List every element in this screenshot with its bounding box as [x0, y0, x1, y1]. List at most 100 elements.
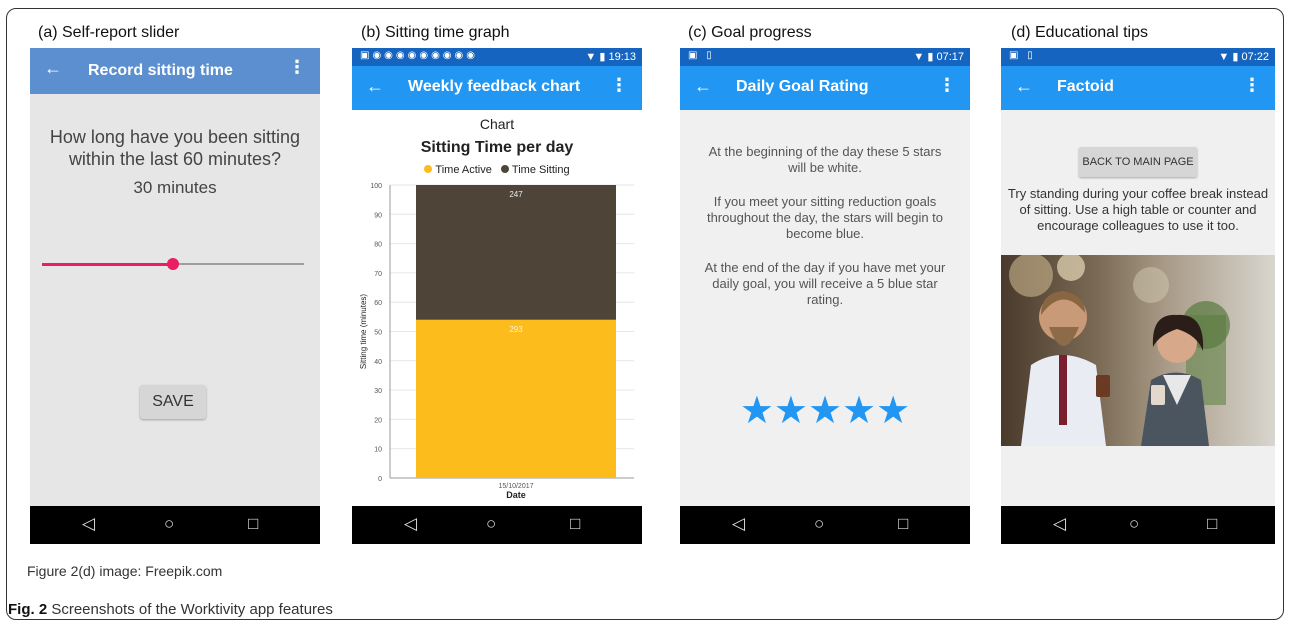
- status-bar: ▣ ▯ ▼ ▮ 07:17: [680, 48, 970, 66]
- info-paragraph: At the end of the day if you have met yo…: [704, 260, 946, 307]
- status-time: 07:17: [936, 51, 964, 63]
- nav-recent-icon[interactable]: □: [248, 514, 258, 534]
- nav-home-icon[interactable]: ○: [1129, 514, 1139, 534]
- bar-time-active: [416, 319, 616, 478]
- figure-caption: Fig. 2 Screenshots of the Worktivity app…: [8, 601, 333, 618]
- panel-b-label: (b) Sitting time graph: [361, 24, 510, 41]
- back-arrow-icon[interactable]: ←: [694, 76, 712, 97]
- slider-thumb[interactable]: [167, 258, 179, 270]
- image-credit: Figure 2(d) image: Freepik.com: [27, 563, 223, 579]
- coffee-break-illustration: [1001, 255, 1275, 446]
- bar-data-label: 247: [509, 190, 523, 199]
- phone-sitting-graph: ▣◉◉◉◉◉◉◉◉◉ ▼ ▮ 19:13 ← Weekly feedback c…: [352, 48, 642, 544]
- y-tick-label: 30: [374, 388, 382, 395]
- panel-a-label: (a) Self-report slider: [38, 24, 180, 41]
- nav-back-icon[interactable]: ◁: [404, 514, 417, 534]
- android-nav-bar: ◁ ○ □: [352, 506, 642, 544]
- overflow-menu-icon[interactable]: ⋮: [1243, 75, 1261, 96]
- back-arrow-icon[interactable]: ←: [44, 58, 62, 79]
- wifi-icon: ▼: [1218, 51, 1230, 63]
- y-tick-label: 50: [374, 330, 382, 337]
- legend-item-active[interactable]: Time Active: [424, 164, 492, 176]
- battery-icon: ▮: [1232, 51, 1239, 63]
- notification-icons: ▣◉◉◉◉◉◉◉◉◉: [360, 50, 478, 61]
- legend-label-active: Time Active: [435, 164, 492, 176]
- sitting-time-chart: 0 10 20 30 40 50 60 70 80 90 100 293 247 15/10/2017Da…: [359, 183, 634, 500]
- caption-prefix: Fig. 2: [8, 601, 48, 618]
- nav-recent-icon[interactable]: □: [1207, 514, 1217, 534]
- battery-icon: ▮: [599, 51, 606, 63]
- bar-data-label: 293: [509, 325, 523, 334]
- android-nav-bar: ◁ ○ □: [1001, 506, 1275, 544]
- nav-recent-icon[interactable]: □: [570, 514, 580, 534]
- back-arrow-icon[interactable]: ←: [366, 76, 384, 97]
- status-time: 19:13: [608, 51, 636, 63]
- notification-icons: ▣ ▯: [688, 50, 715, 61]
- app-title: Record sitting time: [88, 62, 233, 79]
- legend-label-sitting: Time Sitting: [511, 164, 570, 176]
- nav-back-icon[interactable]: ◁: [732, 514, 745, 534]
- legend-swatch-active: [424, 165, 433, 173]
- app-bar: ← Record sitting time ⋮: [30, 48, 320, 94]
- y-tick-label: 70: [374, 271, 382, 278]
- y-axis-label: Sitting time (minutes): [359, 294, 368, 369]
- status-right: ▼ ▮ 07:17: [913, 50, 964, 63]
- nav-back-icon[interactable]: ◁: [1053, 514, 1066, 534]
- y-tick-label: 60: [374, 300, 382, 307]
- status-time: 07:22: [1241, 51, 1269, 63]
- star-rating: ★★★★★: [739, 390, 911, 432]
- y-tick-label: 40: [374, 359, 382, 366]
- overflow-menu-icon[interactable]: ⋮: [610, 75, 628, 96]
- phone-self-report: ← Record sitting time ⋮ How long have yo…: [30, 48, 320, 544]
- y-tick-label: 20: [374, 417, 382, 424]
- back-arrow-icon[interactable]: ←: [1015, 76, 1033, 97]
- info-paragraph: If you meet your sitting reduction goals…: [706, 194, 944, 241]
- app-bar: ← Daily Goal Rating ⋮: [680, 66, 970, 110]
- nav-home-icon[interactable]: ○: [486, 514, 496, 534]
- x-tick-label: 15/10/2017: [498, 483, 533, 490]
- y-tick-label: 100: [370, 183, 382, 190]
- status-right: ▼ ▮ 07:22: [1218, 50, 1269, 63]
- status-bar: ▣ ▯ ▼ ▮ 07:22: [1001, 48, 1275, 66]
- overflow-menu-icon[interactable]: ⋮: [938, 75, 956, 96]
- overflow-menu-icon[interactable]: ⋮: [288, 57, 306, 78]
- nav-home-icon[interactable]: ○: [814, 514, 824, 534]
- status-right: ▼ ▮ 19:13: [585, 50, 636, 63]
- app-title: Weekly feedback chart: [408, 78, 581, 95]
- panel-d-label: (d) Educational tips: [1011, 24, 1148, 41]
- android-nav-bar: ◁ ○ □: [680, 506, 970, 544]
- coffee-break-photo: [1001, 255, 1275, 446]
- chart-legend: Time Active Time Sitting: [352, 164, 642, 176]
- info-paragraph: At the beginning of the day these 5 star…: [708, 144, 942, 175]
- nav-back-icon[interactable]: ◁: [82, 514, 95, 534]
- save-button[interactable]: SAVE: [140, 385, 206, 419]
- y-tick-label: 10: [374, 447, 382, 454]
- panel-c-label: (c) Goal progress: [688, 24, 812, 41]
- y-tick-label: 0: [378, 476, 382, 483]
- caption-text: Screenshots of the Worktivity app featur…: [47, 601, 333, 618]
- slider-fill: [42, 263, 173, 266]
- y-tick-label: 90: [374, 212, 382, 219]
- phone-educational-tips: ▣ ▯ ▼ ▮ 07:22 ← Factoid ⋮ BACK TO MAIN P…: [1001, 48, 1275, 544]
- android-nav-bar: ◁ ○ □: [30, 506, 320, 544]
- nav-home-icon[interactable]: ○: [164, 514, 174, 534]
- nav-recent-icon[interactable]: □: [898, 514, 908, 534]
- app-title: Daily Goal Rating: [736, 78, 869, 95]
- sitting-question: How long have you been sitting within th…: [49, 127, 301, 169]
- battery-icon: ▮: [927, 51, 934, 63]
- bar-time-sitting: [416, 185, 616, 320]
- chart-title: Sitting Time per day: [420, 139, 574, 156]
- phone-goal-progress: ▣ ▯ ▼ ▮ 07:17 ← Daily Goal Rating ⋮ At t…: [680, 48, 970, 544]
- wifi-icon: ▼: [585, 51, 597, 63]
- app-bar: ← Factoid ⋮: [1001, 66, 1275, 110]
- tip-text: Try standing during your coffee break in…: [1007, 186, 1269, 233]
- back-to-main-button[interactable]: BACK TO MAIN PAGE: [1079, 147, 1197, 177]
- x-axis-label: Date: [506, 490, 526, 500]
- app-bar: ← Weekly feedback chart ⋮: [352, 66, 642, 110]
- legend-item-sitting[interactable]: Time Sitting: [500, 164, 570, 176]
- status-bar: ▣◉◉◉◉◉◉◉◉◉ ▼ ▮ 19:13: [352, 48, 642, 66]
- slider-value: 30 minutes: [133, 178, 217, 197]
- chart-heading: Chart: [479, 116, 515, 132]
- app-title: Factoid: [1057, 78, 1114, 95]
- legend-swatch-sitting: [500, 165, 509, 173]
